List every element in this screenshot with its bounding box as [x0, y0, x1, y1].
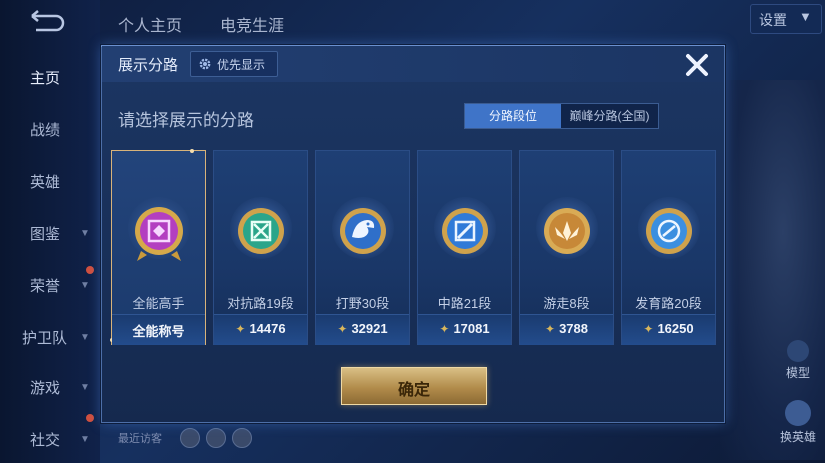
dialog-title: 展示分路: [118, 57, 179, 74]
model-icon: [787, 340, 809, 362]
roam-emblem-icon: [544, 208, 590, 254]
confirm-button[interactable]: 确定: [341, 367, 487, 405]
lane-mode-toggle: 分路段位 巅峰分路(全国): [464, 103, 659, 129]
sidebar-item-label: 游戏: [30, 379, 61, 397]
lane-card-all-round[interactable]: 全能高手 全能称号: [110, 149, 206, 345]
lane-value-row: ✦ 3788: [520, 314, 613, 345]
lane-value-row: 全能称号: [112, 314, 205, 345]
sidebar-item-home[interactable]: 主页: [0, 62, 100, 92]
settings-label: 设置: [759, 12, 787, 28]
all-round-emblem-icon: [135, 207, 183, 261]
sidebar-item-label: 图鉴: [30, 225, 61, 243]
rank-star-icon: ✦: [235, 322, 246, 336]
sidebar-item-label: 主页: [30, 69, 61, 87]
sidebar-item-honor[interactable]: 荣誉 ▼: [0, 270, 100, 300]
sidebar-item-label: 社交: [30, 431, 61, 449]
lane-name: 游走8段: [543, 296, 590, 311]
jungle-emblem-icon: [340, 208, 386, 254]
switch-hero-icon: [785, 400, 811, 426]
sidebar-item-label: 荣誉: [30, 277, 61, 295]
corner-dot: [190, 149, 194, 153]
lane-points: 16250: [657, 321, 694, 336]
sidebar-item-label: 英雄: [30, 173, 61, 191]
lane-value-row: ✦ 32921: [316, 314, 409, 345]
chevron-down-icon: ▼: [80, 227, 90, 239]
tab-esports-career[interactable]: 电竞生涯: [220, 12, 284, 36]
lane-points: 32921: [351, 321, 388, 336]
notification-dot: [86, 414, 94, 422]
notification-dot: [86, 266, 94, 274]
dialog-subtitle: 请选择展示的分路: [118, 111, 254, 130]
lane-display-dialog: 展示分路 优先显示 请选择展示的分路 分路段位 巅峰分路(全国) 全能高手 全能…: [101, 45, 725, 423]
sidebar-item-label: 战绩: [30, 121, 61, 139]
sidebar-item-heroes[interactable]: 英雄: [0, 166, 100, 196]
lane-card-jungle[interactable]: 打野30段 ✦ 32921: [315, 150, 410, 345]
lane-name: 中路21段: [437, 296, 492, 311]
farm-lane-emblem-icon: [646, 208, 692, 254]
chevron-down-icon: ▼: [80, 381, 90, 393]
chevron-down-icon: ▼: [80, 433, 90, 445]
close-icon[interactable]: [682, 50, 712, 80]
lane-points: 17081: [453, 321, 490, 336]
lane-name: 打野30段: [335, 296, 390, 311]
lane-value: 全能称号: [132, 324, 185, 339]
tab-profile[interactable]: 个人主页: [118, 12, 182, 36]
chevron-down-icon: ▼: [799, 9, 812, 24]
confirm-label: 确定: [397, 382, 430, 399]
toggle-peak-lane[interactable]: 巅峰分路(全国): [561, 104, 658, 128]
lane-value-row: ✦ 16250: [622, 314, 715, 345]
mid-lane-emblem-icon: [442, 208, 488, 254]
rank-star-icon: ✦: [643, 322, 654, 336]
back-arrow-icon[interactable]: [22, 10, 68, 36]
lane-card-roam[interactable]: 游走8段 ✦ 3788: [519, 150, 614, 345]
clash-lane-emblem-icon: [238, 208, 284, 254]
lane-card-mid[interactable]: 中路21段 ✦ 17081: [417, 150, 512, 345]
model-label: 模型: [785, 366, 810, 380]
toggle-lane-rank[interactable]: 分路段位: [465, 104, 561, 128]
left-sidebar: 主页 战绩 英雄 图鉴 ▼ 荣誉 ▼ 护卫队 ▼ 游戏 ▼ 社交 ▼: [0, 0, 100, 463]
top-bar: 个人主页 电竞生涯: [100, 0, 825, 44]
sidebar-item-codex[interactable]: 图鉴 ▼: [0, 218, 100, 248]
visitor-avatar[interactable]: [206, 428, 226, 448]
switch-hero-label: 换英雄: [779, 430, 816, 444]
sidebar-item-social[interactable]: 社交 ▼: [0, 424, 100, 454]
lane-value: ✦ 16250: [622, 321, 715, 336]
priority-display-label: 优先显示: [217, 58, 266, 72]
lane-value: ✦ 14476: [214, 321, 307, 336]
lane-points: 14476: [249, 321, 286, 336]
rank-star-icon: ✦: [439, 322, 450, 336]
settings-button[interactable]: 设置 ▼: [750, 4, 822, 34]
lane-card-clash[interactable]: 对抗路19段 ✦ 14476: [213, 150, 308, 345]
lane-name: 对抗路19段: [227, 296, 294, 311]
lane-value: ✦ 3788: [520, 321, 613, 336]
switch-hero-button[interactable]: 换英雄: [776, 400, 820, 445]
visitor-avatar[interactable]: [180, 428, 200, 448]
priority-display-button[interactable]: 优先显示: [190, 51, 278, 77]
sidebar-item-guard-team[interactable]: 护卫队 ▼: [0, 322, 100, 352]
recent-visitors-label: 最近访客: [118, 433, 162, 445]
sidebar-item-games[interactable]: 游戏 ▼: [0, 372, 100, 402]
lane-name: 全能高手: [132, 296, 185, 311]
lane-value: ✦ 17081: [418, 321, 511, 336]
lane-value-row: ✦ 14476: [214, 314, 307, 345]
sidebar-item-label: 护卫队: [22, 329, 68, 347]
sidebar-item-record[interactable]: 战绩: [0, 114, 100, 144]
dialog-title-bar: 展示分路 优先显示: [102, 46, 724, 82]
rank-star-icon: ✦: [545, 322, 556, 336]
gear-icon: [199, 58, 211, 70]
lane-name: 发育路20段: [635, 296, 702, 311]
chevron-down-icon: ▼: [80, 331, 90, 343]
model-button[interactable]: 模型: [780, 340, 816, 381]
rank-star-icon: ✦: [337, 322, 348, 336]
lane-value: ✦ 32921: [316, 321, 409, 336]
chevron-down-icon: ▼: [80, 279, 90, 291]
lane-card-farm[interactable]: 发育路20段 ✦ 16250: [621, 150, 716, 345]
visitor-avatar[interactable]: [232, 428, 252, 448]
lane-value-row: ✦ 17081: [418, 314, 511, 345]
lane-points: 3788: [559, 321, 588, 336]
